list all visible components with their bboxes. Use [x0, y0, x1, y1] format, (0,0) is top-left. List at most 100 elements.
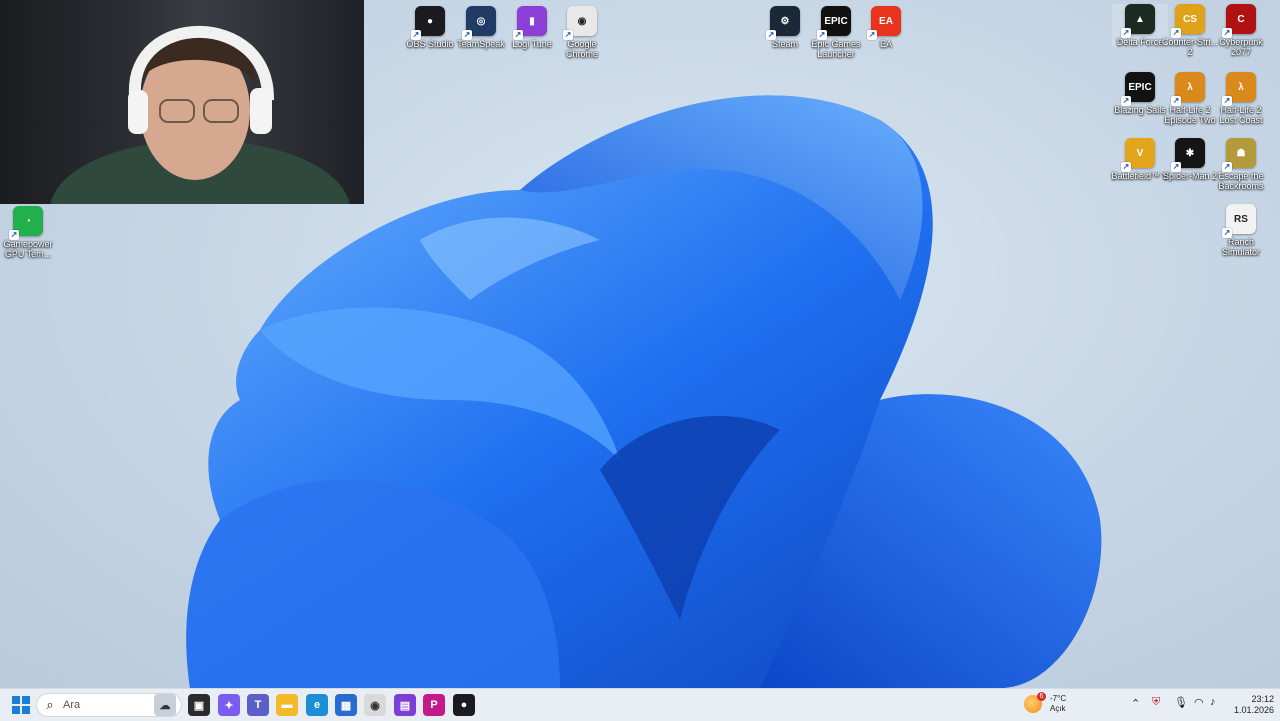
desktop-shortcut[interactable]: λ ↗ Half-Life 2 Episode Two — [1162, 72, 1218, 125]
ranch-simulator-icon: RS ↗ — [1222, 204, 1256, 238]
shortcut-arrow-icon: ↗ — [766, 30, 776, 40]
copilot-icon[interactable]: ✦ — [218, 694, 240, 716]
shortcut-arrow-icon: ↗ — [1121, 96, 1131, 106]
icon-glyph: ✱ — [1185, 147, 1195, 159]
file-explorer-icon[interactable]: ▬ — [276, 694, 298, 716]
shortcut-label: Gamepower GPU Tem... — [3, 239, 53, 259]
blazing-sails-icon: EPIC ↗ — [1121, 72, 1155, 106]
store-icon[interactable]: ▦ — [335, 694, 357, 716]
icon-glyph: ◔ — [24, 215, 32, 227]
weather-sun-icon: 6 — [1024, 692, 1046, 713]
escape-backrooms-icon: ☗ ↗ — [1222, 138, 1256, 172]
icon-glyph: ◎ — [476, 15, 486, 27]
app-glyph: e — [313, 699, 321, 711]
shortcut-arrow-icon: ↗ — [1171, 162, 1181, 172]
shortcut-arrow-icon: ↗ — [867, 30, 877, 40]
icon-glyph: λ — [1187, 81, 1193, 93]
half-life-lost-coast-icon: λ ↗ — [1222, 72, 1256, 106]
app-glyph: ▤ — [399, 699, 411, 712]
weather-temp: -7°C — [1050, 694, 1067, 703]
icon-glyph: V — [1136, 147, 1144, 159]
security-icon[interactable]: ⛨ — [1152, 696, 1160, 709]
icon-glyph: CS — [1183, 13, 1197, 25]
chevron-up-icon[interactable]: ⌃ — [1131, 697, 1140, 710]
clock-time: 23:12 — [1251, 694, 1274, 704]
desktop-shortcut[interactable]: RS ↗ Ranch Simulator — [1213, 204, 1269, 257]
shortcut-label: Cyberpunk 2077 — [1219, 37, 1263, 57]
shortcut-arrow-icon: ↗ — [1121, 28, 1131, 38]
desktop-shortcut[interactable]: C ↗ Cyberpunk 2077 — [1213, 4, 1269, 57]
desktop-shortcut[interactable]: ◔ ↗ Gamepower GPU Tem... — [0, 206, 56, 259]
desktop-shortcut[interactable]: λ ↗ Half-Life 2 Lost Coast — [1213, 72, 1269, 125]
icon-glyph: RS — [1234, 213, 1248, 225]
shortcut-arrow-icon: ↗ — [411, 30, 421, 40]
streamer-figure — [50, 25, 350, 204]
weather-widget[interactable]: 6 -7°C Açık — [1024, 692, 1067, 714]
desktop: ● ↗ OBS Studio ◎ ↗ TeamSpeak ▮ ↗ Logi Tune ◉ ↗ Goog… — [0, 0, 1280, 688]
app-glyph: ✦ — [224, 699, 234, 712]
obs-taskbar-icon[interactable]: ● — [453, 694, 475, 716]
start-button[interactable] — [10, 694, 32, 716]
shortcut-arrow-icon: ↗ — [9, 230, 19, 240]
icon-glyph: C — [1237, 13, 1245, 25]
shortcut-arrow-icon: ↗ — [1222, 96, 1232, 106]
desktop-shortcut[interactable]: ⚙ ↗ Steam — [757, 6, 813, 49]
shortcut-label: Escape the Backrooms — [1218, 171, 1264, 191]
edge-icon[interactable]: e — [306, 694, 328, 716]
shortcut-arrow-icon: ↗ — [1171, 96, 1181, 106]
clock[interactable]: 23:12 1.01.2026 — [1222, 694, 1274, 716]
icon-glyph: ◉ — [577, 15, 587, 27]
shortcut-arrow-icon: ↗ — [462, 30, 472, 40]
widgets-icon[interactable]: ☁ — [154, 694, 176, 716]
half-life-icon: λ ↗ — [1171, 72, 1205, 106]
logi-tune-icon: ▮ ↗ — [513, 6, 547, 40]
icon-glyph: EPIC — [824, 15, 848, 27]
teamspeak-icon: ◎ ↗ — [462, 6, 496, 40]
notification-badge: 6 — [1037, 692, 1046, 701]
wifi-icon[interactable]: ◠ — [1194, 696, 1204, 709]
teams-icon[interactable]: T — [247, 694, 269, 716]
desktop-shortcut[interactable]: ☗ ↗ Escape the Backrooms — [1213, 138, 1269, 191]
desktop-shortcut[interactable]: ✱ ↗ Spider-Man 2 — [1162, 138, 1218, 181]
microphone-icon[interactable]: 🎙︎ — [1174, 696, 1188, 709]
icon-glyph: EPIC — [1128, 81, 1152, 93]
icon-glyph: ▲ — [1135, 13, 1145, 25]
icon-glyph: λ — [1238, 81, 1244, 93]
search-placeholder: Ara — [63, 699, 81, 711]
epic-games-icon: EPIC ↗ — [817, 6, 851, 40]
desktop-shortcut[interactable]: ◎ ↗ TeamSpeak — [453, 6, 509, 49]
clapper-app-icon[interactable]: ▤ — [394, 694, 416, 716]
icon-glyph: EA — [879, 15, 893, 27]
app-glyph: P — [430, 699, 438, 711]
chrome-taskbar-icon[interactable]: ◉ — [364, 694, 386, 716]
gamepower-icon: ◔ ↗ — [9, 206, 43, 240]
desktop-shortcut[interactable]: EPIC ↗ Epic Games Launcher — [808, 6, 864, 59]
icon-glyph: ☗ — [1236, 147, 1246, 159]
task-view-icon[interactable]: ▣ — [188, 694, 210, 716]
taskbar: ⌕ Ara ☁ ▣ ✦ T ▬ e ▦ ◉ ▤ P ● 6 -7°C Açık ⌃ ⛨ 🎙︎ ◠ ♪… — [0, 688, 1280, 721]
p-app-icon[interactable]: P — [423, 694, 445, 716]
shortcut-arrow-icon: ↗ — [1222, 162, 1232, 172]
cyberpunk-icon: C ↗ — [1222, 4, 1256, 38]
icon-glyph: ⚙ — [780, 15, 790, 27]
desktop-shortcut[interactable]: ◉ ↗ Google Chrome — [554, 6, 610, 59]
shortcut-arrow-icon: ↗ — [1222, 28, 1232, 38]
webcam-overlay — [0, 0, 364, 204]
app-glyph: ▬ — [281, 699, 293, 711]
desktop-shortcut[interactable]: ● ↗ OBS Studio — [402, 6, 458, 49]
weather-condition: Açık — [1050, 704, 1066, 713]
shortcut-arrow-icon: ↗ — [1171, 28, 1181, 38]
shortcut-arrow-icon: ↗ — [563, 30, 573, 40]
delta-force-icon: ▲ ↗ — [1121, 4, 1155, 38]
app-glyph: ● — [460, 699, 468, 711]
app-glyph: ◉ — [370, 699, 380, 712]
desktop-shortcut[interactable]: CS ↗ Counter-Stri... 2 — [1162, 4, 1218, 57]
volume-icon[interactable]: ♪ — [1210, 696, 1216, 708]
shortcut-arrow-icon: ↗ — [1222, 228, 1232, 238]
obs-icon: ● ↗ — [411, 6, 445, 40]
battlefield-icon: V ↗ — [1121, 138, 1155, 172]
desktop-shortcut[interactable]: EA ↗ EA — [858, 6, 914, 49]
counter-strike-icon: CS ↗ — [1171, 4, 1205, 38]
shortcut-arrow-icon: ↗ — [513, 30, 523, 40]
clock-date: 1.01.2026 — [1233, 705, 1274, 715]
